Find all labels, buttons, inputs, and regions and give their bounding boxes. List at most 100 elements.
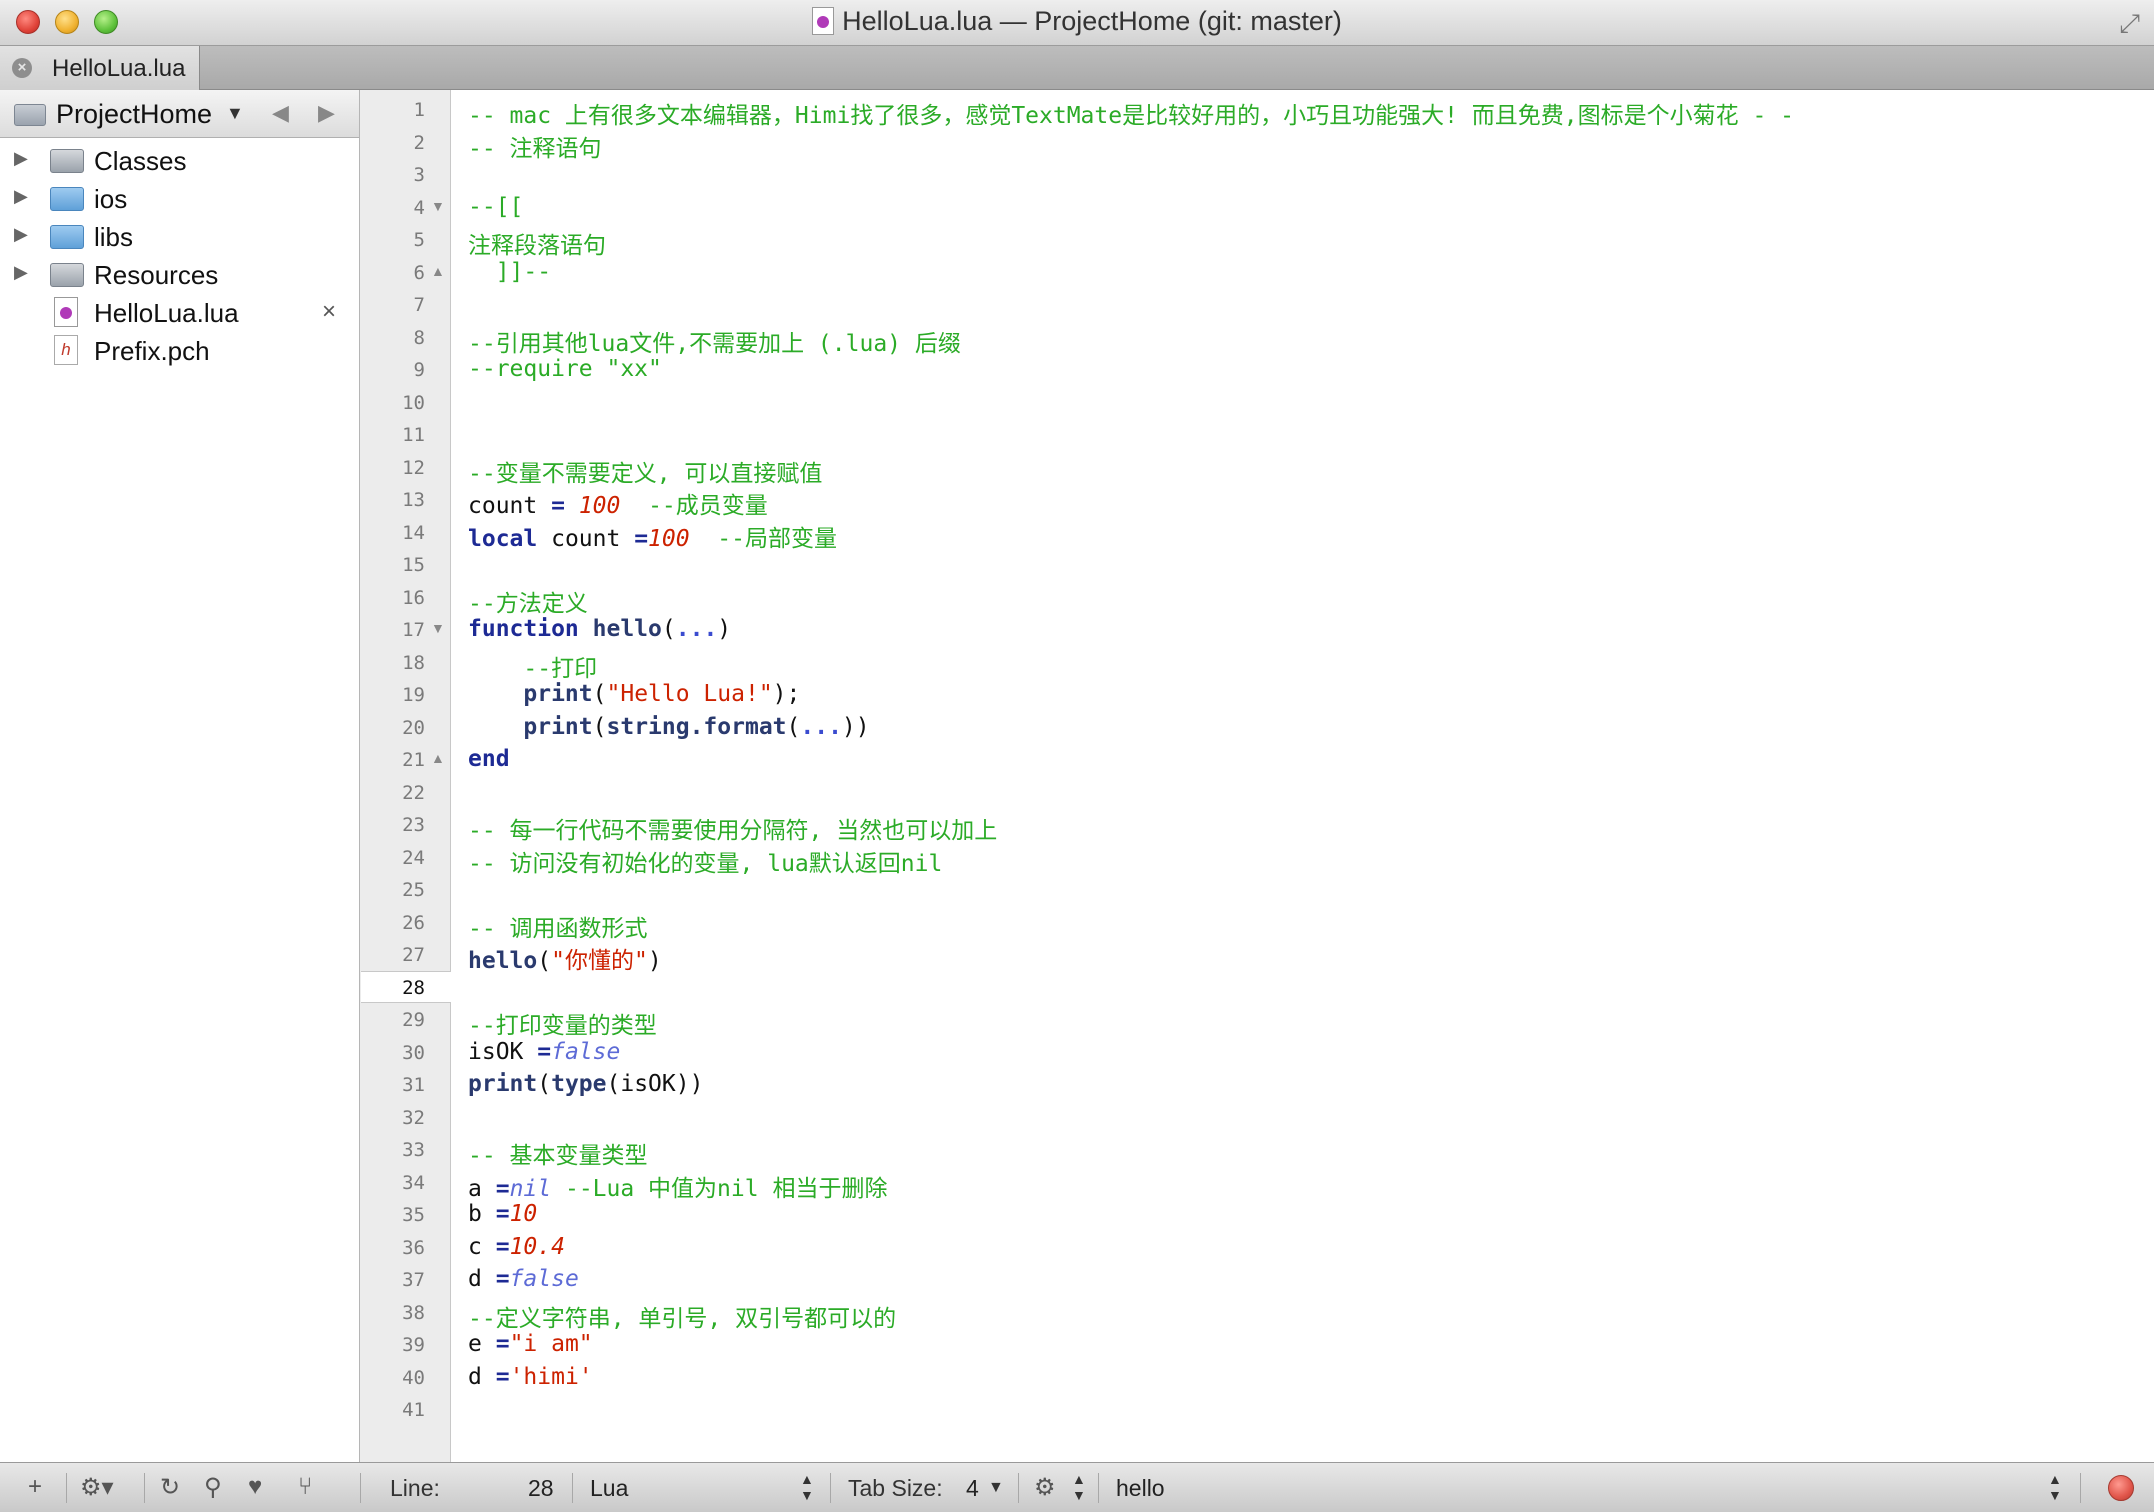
code-line[interactable]: 18 --打印	[361, 646, 2154, 682]
code-token: hello	[592, 616, 662, 642]
folder-icon	[50, 225, 84, 249]
code-line[interactable]: 6 ▲ ]]--	[361, 256, 2154, 289]
gear-icon[interactable]: ⚙▾	[80, 1473, 114, 1502]
line-number: 8	[413, 326, 425, 349]
close-file-icon[interactable]: ×	[322, 298, 336, 326]
disclosure-triangle-icon[interactable]: ▶	[14, 186, 28, 207]
line-number: 4	[413, 196, 425, 219]
code-line[interactable]: 31 print(type(isOK))	[361, 1068, 2154, 1101]
project-header[interactable]: ProjectHome ▼ ◀ ▶	[0, 90, 359, 138]
code-line[interactable]: 14 local count =100 --局部变量	[361, 516, 2154, 552]
code-line[interactable]: 19 print("Hello Lua!");	[361, 678, 2154, 711]
code-line[interactable]: 15	[361, 548, 2154, 581]
code-line[interactable]: 17 ▼ function hello(...)	[361, 613, 2154, 646]
sidebar-item-ios[interactable]: ▶ ios	[0, 180, 359, 216]
code-line[interactable]: 33 -- 基本变量类型	[361, 1133, 2154, 1169]
code-line[interactable]: 27 hello("你懂的")	[361, 938, 2154, 974]
code-line[interactable]: 30 isOK =false	[361, 1036, 2154, 1069]
bundle-gear-icon[interactable]: ⚙	[1034, 1473, 1056, 1502]
bundle-updown-icon[interactable]: ▲ ▼	[1072, 1471, 1086, 1503]
forward-arrow-icon[interactable]: ▶	[318, 100, 335, 126]
code-line[interactable]: 1 -- mac 上有很多文本编辑器，Himi找了很多，感觉TextMate是比较…	[361, 93, 2154, 129]
tab-size-value[interactable]: 4	[966, 1475, 979, 1502]
code-line[interactable]: 28	[361, 970, 2154, 1003]
sidebar-item-classes[interactable]: ▶ Classes	[0, 142, 359, 178]
code-line[interactable]: 22	[361, 776, 2154, 809]
plus-icon[interactable]: +	[28, 1473, 42, 1501]
code-line[interactable]: 39 e ="i am"	[361, 1328, 2154, 1361]
code-line[interactable]: 2 -- 注释语句	[361, 126, 2154, 162]
sidebar-item-prefix[interactable]: h Prefix.pch	[0, 332, 359, 368]
code-line[interactable]: 34 a =nil --Lua 中值为nil 相当于删除	[361, 1166, 2154, 1202]
fold-marker-icon[interactable]: ▲	[431, 263, 445, 279]
code-line[interactable]: 7	[361, 288, 2154, 321]
line-number: 2	[413, 131, 425, 154]
code-line[interactable]: 5 注释段落语句	[361, 223, 2154, 259]
code-token: false	[551, 1038, 621, 1065]
macro-record-button[interactable]	[2108, 1475, 2134, 1501]
line-number: 6	[413, 261, 425, 284]
sidebar-item-hellolua[interactable]: HelloLua.lua ×	[0, 294, 359, 330]
code-line[interactable]: 8 --引用其他lua文件,不需要加上 (.lua) 后缀	[361, 321, 2154, 357]
tab-hellolua[interactable]: × HelloLua.lua	[0, 46, 200, 90]
divider	[830, 1473, 831, 1503]
fold-marker-icon[interactable]: ▼	[431, 198, 445, 214]
code-editor[interactable]: 1 -- mac 上有很多文本编辑器，Himi找了很多，感觉TextMate是比较…	[361, 90, 2154, 1462]
fold-marker-icon[interactable]: ▲	[431, 750, 445, 766]
code-line[interactable]: 3	[361, 158, 2154, 191]
project-name[interactable]: ProjectHome	[56, 99, 212, 130]
divider	[360, 1473, 361, 1503]
code-token: =	[537, 1038, 552, 1065]
code-line[interactable]: 11	[361, 418, 2154, 451]
code-token: type	[551, 1071, 607, 1097]
code-line[interactable]: 35 b =10	[361, 1198, 2154, 1231]
line-number: 17	[402, 619, 425, 641]
code-line[interactable]: 16 --方法定义	[361, 581, 2154, 617]
code-line[interactable]: 24 -- 访问没有初始化的变量, lua默认返回nil	[361, 841, 2154, 877]
code-line[interactable]: 26 -- 调用函数形式	[361, 906, 2154, 942]
disclosure-triangle-icon[interactable]: ▶	[14, 224, 28, 245]
divider	[2080, 1473, 2081, 1503]
chevron-down-icon[interactable]: ▼	[226, 103, 244, 124]
disclosure-triangle-icon[interactable]: ▶	[14, 148, 28, 169]
code-line[interactable]: 13 count = 100 --成员变量	[361, 483, 2154, 519]
code-line[interactable]: 10	[361, 386, 2154, 419]
sidebar-item-label: HelloLua.lua	[94, 298, 239, 328]
code-line[interactable]: 4 ▼ --[[	[361, 191, 2154, 224]
tab-close-icon[interactable]: ×	[12, 58, 32, 78]
sidebar-item-resources[interactable]: ▶ Resources	[0, 256, 359, 292]
symbol-updown-icon[interactable]: ▲ ▼	[2048, 1471, 2062, 1503]
code-line[interactable]: 21 ▲ end	[361, 743, 2154, 776]
code-line[interactable]: 41	[361, 1393, 2154, 1426]
fullscreen-icon[interactable]: ⤢	[2119, 8, 2140, 40]
code-line[interactable]: 12 --变量不需要定义, 可以直接赋值	[361, 451, 2154, 487]
code-line[interactable]: 37 d =false	[361, 1263, 2154, 1296]
tab-size-chevron-icon[interactable]: ▼	[988, 1479, 1004, 1497]
code-line[interactable]: 20 print(string.format(...))	[361, 711, 2154, 744]
language-updown-icon[interactable]: ▲ ▼	[800, 1471, 814, 1503]
code-line[interactable]: 25	[361, 873, 2154, 906]
line-number-value[interactable]: 28	[528, 1475, 554, 1502]
code-line[interactable]: 40 d ='himi'	[361, 1361, 2154, 1394]
code-line[interactable]: 32	[361, 1101, 2154, 1134]
sidebar-item-libs[interactable]: ▶ libs	[0, 218, 359, 254]
heart-icon[interactable]: ♥	[248, 1473, 262, 1501]
line-number: 34	[402, 1171, 425, 1194]
branch-icon[interactable]: ⑂	[298, 1473, 312, 1501]
disclosure-triangle-icon[interactable]: ▶	[14, 262, 28, 283]
symbol-selector[interactable]: hello	[1116, 1475, 1165, 1502]
search-icon[interactable]: ⚲	[204, 1473, 222, 1502]
code-line[interactable]: 9 --require "xx"	[361, 353, 2154, 386]
code-token: c	[468, 1233, 496, 1260]
refresh-icon[interactable]: ↻	[160, 1473, 180, 1502]
back-arrow-icon[interactable]: ◀	[272, 100, 289, 126]
code-line[interactable]: 23 -- 每一行代码不需要使用分隔符, 当然也可以加上	[361, 808, 2154, 844]
language-selector[interactable]: Lua	[590, 1475, 628, 1502]
code-line[interactable]: 38 --定义字符串, 单引号, 双引号都可以的	[361, 1296, 2154, 1332]
fold-marker-icon[interactable]: ▼	[431, 620, 445, 636]
line-number: 18	[402, 651, 425, 674]
line-number: 16	[402, 586, 425, 609]
code-line[interactable]: 29 --打印变量的类型	[361, 1003, 2154, 1039]
code-line[interactable]: 36 c =10.4	[361, 1231, 2154, 1264]
